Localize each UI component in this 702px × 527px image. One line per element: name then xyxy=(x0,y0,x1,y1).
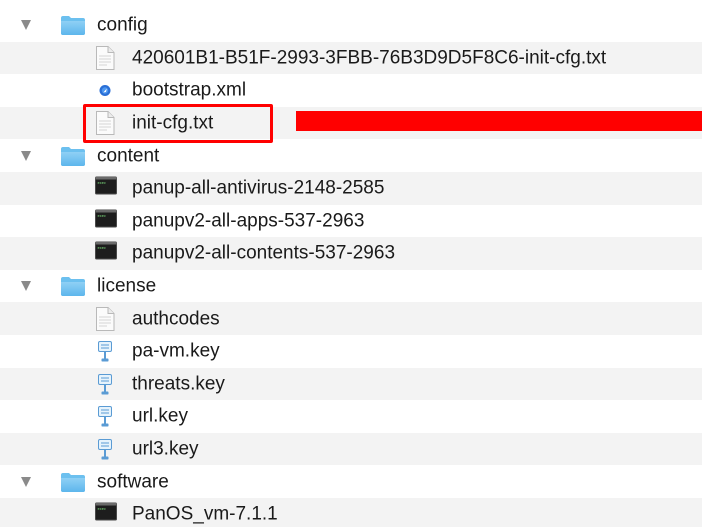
terminal-executable-icon: exec xyxy=(95,502,117,526)
file-row-panos-vm-7-1-1[interactable]: exec PanOS_vm-7.1.1 xyxy=(0,498,702,527)
file-label: url.key xyxy=(132,405,188,427)
file-label: authcodes xyxy=(132,308,220,330)
file-label: panupv2-all-contents-537-2963 xyxy=(132,242,396,264)
folder-icon xyxy=(60,275,86,297)
folder-label: content xyxy=(97,145,160,167)
highlight-box xyxy=(83,104,273,143)
file-row-url3-key[interactable]: url3.key xyxy=(0,432,702,466)
text-document-icon xyxy=(95,306,115,331)
file-label: panupv2-all-apps-537-2963 xyxy=(132,210,365,232)
disclosure-triangle-icon[interactable] xyxy=(21,20,31,31)
disclosure-triangle-icon[interactable] xyxy=(21,150,31,161)
xml-document-icon xyxy=(95,78,115,102)
folder-label: software xyxy=(97,471,169,493)
file-label: url3.key xyxy=(132,438,199,460)
folder-icon xyxy=(60,145,86,167)
svg-text:exec: exec xyxy=(98,507,106,511)
file-row-authcodes[interactable]: authcodes xyxy=(0,302,702,335)
svg-text:exec: exec xyxy=(98,214,106,218)
file-label: panup-all-antivirus-2148-2585 xyxy=(132,177,385,199)
terminal-executable-icon: exec xyxy=(95,176,117,200)
folder-icon xyxy=(60,471,86,493)
disclosure-triangle-icon[interactable] xyxy=(21,476,31,487)
file-row-url-key[interactable]: url.key xyxy=(0,400,702,433)
file-label: bootstrap.xml xyxy=(132,79,247,101)
terminal-executable-icon: exec xyxy=(95,209,117,233)
key-document-icon xyxy=(95,339,115,363)
svg-text:exec: exec xyxy=(98,246,106,250)
file-tree: config 420601B1-B51F-2993-3FBB-76B3D9D5F8… xyxy=(0,0,702,527)
file-label: PanOS_vm-7.1.1 xyxy=(132,503,278,525)
file-row-pa-vm-key[interactable]: pa-vm.key xyxy=(0,335,702,368)
file-row-bootstrap-xml[interactable]: bootstrap.xml xyxy=(0,74,702,107)
text-document-icon xyxy=(95,45,115,70)
folder-label: license xyxy=(97,275,157,297)
file-label: pa-vm.key xyxy=(132,340,220,362)
terminal-executable-icon: exec xyxy=(95,241,117,265)
folder-row-config[interactable]: config xyxy=(0,9,702,42)
file-row-panup-all-antivirus-2148-2585[interactable]: exec panup-all-antivirus-2148-2585 xyxy=(0,172,702,205)
redaction-bar xyxy=(296,111,702,131)
file-label: 420601B1-B51F-2993-3FBB-76B3D9D5F8C6-ini… xyxy=(132,47,607,69)
file-row-threats-key[interactable]: threats.key xyxy=(0,367,702,401)
file-row-panupv2-all-contents-537-2963[interactable]: exec panupv2-all-contents-537-2963 xyxy=(0,237,702,270)
folder-icon xyxy=(60,14,86,36)
key-document-icon xyxy=(95,372,115,396)
key-document-icon xyxy=(95,404,115,428)
folder-row-software[interactable]: software xyxy=(0,465,702,498)
file-label: threats.key xyxy=(132,373,225,395)
disclosure-triangle-icon[interactable] xyxy=(21,281,31,292)
key-document-icon xyxy=(95,437,115,461)
folder-row-license[interactable]: license xyxy=(0,270,702,303)
folder-row-content[interactable]: content xyxy=(0,139,702,172)
folder-label: config xyxy=(97,14,148,36)
file-row-panupv2-all-apps-537-2963[interactable]: exec panupv2-all-apps-537-2963 xyxy=(0,205,702,238)
svg-text:exec: exec xyxy=(98,181,106,185)
file-row-420601b1-b51f-2993-3fbb-76b3d9d5f8c6-init-cfg-txt[interactable]: 420601B1-B51F-2993-3FBB-76B3D9D5F8C6-ini… xyxy=(0,41,702,75)
